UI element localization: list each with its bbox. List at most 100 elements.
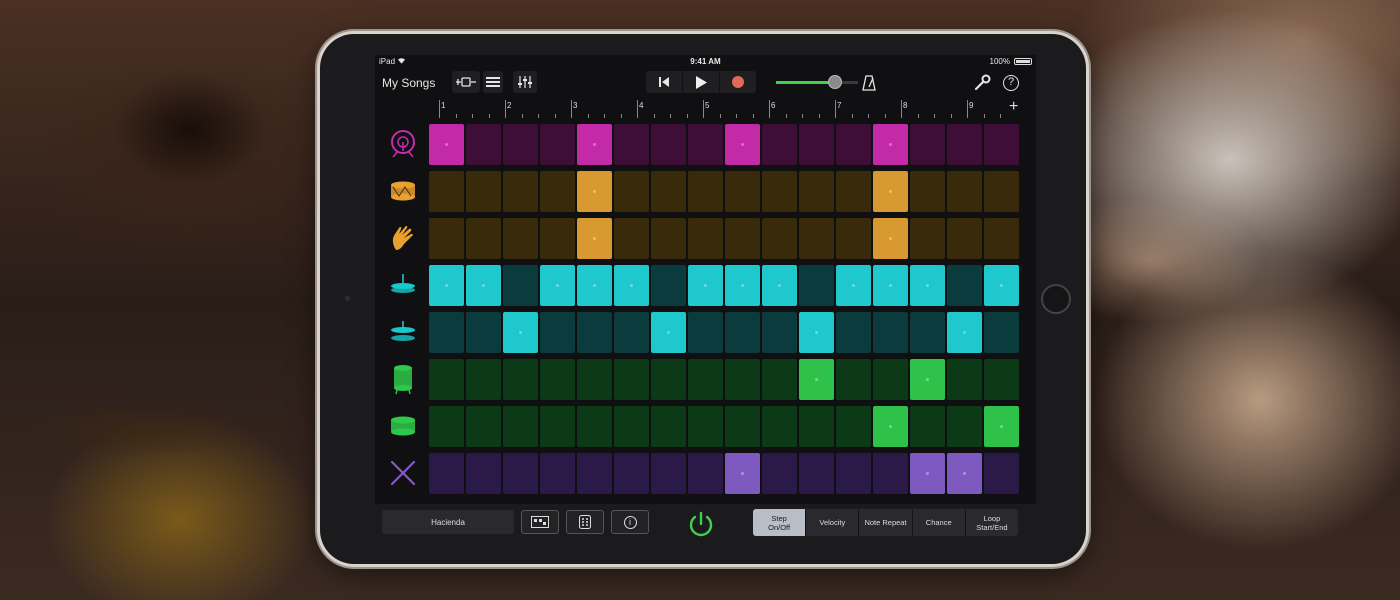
mode-chance[interactable]: Chance xyxy=(913,509,966,536)
mode-note-repeat[interactable]: Note Repeat xyxy=(859,509,913,536)
step-pad-off[interactable] xyxy=(947,218,982,259)
record-button[interactable] xyxy=(720,71,756,93)
step-pad-off[interactable] xyxy=(466,171,501,212)
step-pad-on[interactable] xyxy=(799,359,834,400)
step-pad-off[interactable] xyxy=(910,312,945,353)
step-pad-off[interactable] xyxy=(540,312,575,353)
step-pad-off[interactable] xyxy=(503,124,538,165)
timeline-ruler[interactable]: 1 2 3 4 5 6 7 8 9 xyxy=(439,100,1027,120)
step-pad-off[interactable] xyxy=(873,453,908,494)
step-pad-off[interactable] xyxy=(429,218,464,259)
step-pad-off[interactable] xyxy=(577,359,612,400)
step-pad-off[interactable] xyxy=(466,312,501,353)
step-pad-off[interactable] xyxy=(688,359,723,400)
step-pad-off[interactable] xyxy=(799,406,834,447)
step-pad-off[interactable] xyxy=(614,453,649,494)
step-pad-on[interactable] xyxy=(725,265,760,306)
volume-knob[interactable] xyxy=(828,75,843,89)
my-songs-button[interactable]: My Songs xyxy=(382,76,435,90)
tracks-view-button[interactable] xyxy=(483,71,503,93)
step-pad-off[interactable] xyxy=(503,406,538,447)
step-pad-off[interactable] xyxy=(910,218,945,259)
step-pad-off[interactable] xyxy=(429,359,464,400)
step-pad-off[interactable] xyxy=(577,453,612,494)
step-pad-off[interactable] xyxy=(540,406,575,447)
mixer-button[interactable] xyxy=(513,71,537,93)
step-pad-off[interactable] xyxy=(466,218,501,259)
step-pad-on[interactable] xyxy=(577,171,612,212)
metronome-icon[interactable] xyxy=(862,75,876,91)
step-pad-on[interactable] xyxy=(651,312,686,353)
step-pad-off[interactable] xyxy=(762,453,797,494)
home-button[interactable] xyxy=(1041,284,1071,314)
step-pad-off[interactable] xyxy=(540,453,575,494)
step-pad-off[interactable] xyxy=(651,124,686,165)
kit-name-button[interactable]: Hacienda xyxy=(382,510,514,534)
step-pad-on[interactable] xyxy=(762,265,797,306)
step-pad-off[interactable] xyxy=(836,218,871,259)
step-pad-off[interactable] xyxy=(984,359,1019,400)
step-pad-off[interactable] xyxy=(910,124,945,165)
step-pad-off[interactable] xyxy=(429,406,464,447)
step-pad-off[interactable] xyxy=(762,171,797,212)
step-pad-off[interactable] xyxy=(984,124,1019,165)
step-pad-off[interactable] xyxy=(466,124,501,165)
step-pad-on[interactable] xyxy=(466,265,501,306)
step-pad-on[interactable] xyxy=(947,312,982,353)
step-pad-off[interactable] xyxy=(688,218,723,259)
mode-step[interactable]: Step On/Off xyxy=(753,509,807,536)
step-pad-off[interactable] xyxy=(466,453,501,494)
mode-velocity[interactable]: Velocity xyxy=(806,509,860,536)
kick-drum-icon[interactable] xyxy=(383,125,423,163)
floor-tom-icon[interactable] xyxy=(383,360,423,398)
view-toggle-button[interactable] xyxy=(452,71,480,93)
step-pad-off[interactable] xyxy=(836,171,871,212)
add-section-button[interactable]: + xyxy=(1009,99,1018,115)
step-pad-off[interactable] xyxy=(688,312,723,353)
step-pad-off[interactable] xyxy=(984,171,1019,212)
step-pad-on[interactable] xyxy=(984,265,1019,306)
randomize-button[interactable] xyxy=(566,510,604,534)
step-pad-off[interactable] xyxy=(614,171,649,212)
step-pad-off[interactable] xyxy=(614,312,649,353)
step-pad-off[interactable] xyxy=(762,312,797,353)
step-pad-on[interactable] xyxy=(873,218,908,259)
step-pad-off[interactable] xyxy=(503,265,538,306)
step-pad-off[interactable] xyxy=(947,406,982,447)
step-pad-on[interactable] xyxy=(873,171,908,212)
step-pad-off[interactable] xyxy=(836,453,871,494)
step-pad-off[interactable] xyxy=(725,218,760,259)
step-pad-on[interactable] xyxy=(429,124,464,165)
step-pad-off[interactable] xyxy=(688,171,723,212)
step-pad-off[interactable] xyxy=(503,359,538,400)
step-pad-off[interactable] xyxy=(762,406,797,447)
step-pad-off[interactable] xyxy=(429,312,464,353)
step-pad-off[interactable] xyxy=(799,453,834,494)
sticks-icon[interactable] xyxy=(383,454,423,492)
step-pad-off[interactable] xyxy=(984,312,1019,353)
wrench-icon[interactable] xyxy=(974,74,991,91)
step-pad-off[interactable] xyxy=(651,359,686,400)
step-pad-off[interactable] xyxy=(614,359,649,400)
step-pad-on[interactable] xyxy=(577,218,612,259)
step-pad-off[interactable] xyxy=(799,265,834,306)
step-pad-on[interactable] xyxy=(429,265,464,306)
tom-drum-icon[interactable] xyxy=(383,407,423,445)
step-pad-off[interactable] xyxy=(466,359,501,400)
mode-loop[interactable]: Loop Start/End xyxy=(966,509,1018,536)
step-pad-off[interactable] xyxy=(984,218,1019,259)
step-pad-off[interactable] xyxy=(799,218,834,259)
step-pad-on[interactable] xyxy=(873,265,908,306)
step-pad-off[interactable] xyxy=(614,124,649,165)
step-pad-on[interactable] xyxy=(984,406,1019,447)
step-pad-off[interactable] xyxy=(688,124,723,165)
step-pad-off[interactable] xyxy=(947,124,982,165)
step-pad-off[interactable] xyxy=(540,171,575,212)
step-pad-on[interactable] xyxy=(873,124,908,165)
step-pad-off[interactable] xyxy=(429,453,464,494)
step-pad-off[interactable] xyxy=(503,171,538,212)
step-pad-off[interactable] xyxy=(725,312,760,353)
step-pad-off[interactable] xyxy=(947,359,982,400)
step-pad-off[interactable] xyxy=(836,406,871,447)
step-pad-off[interactable] xyxy=(540,218,575,259)
